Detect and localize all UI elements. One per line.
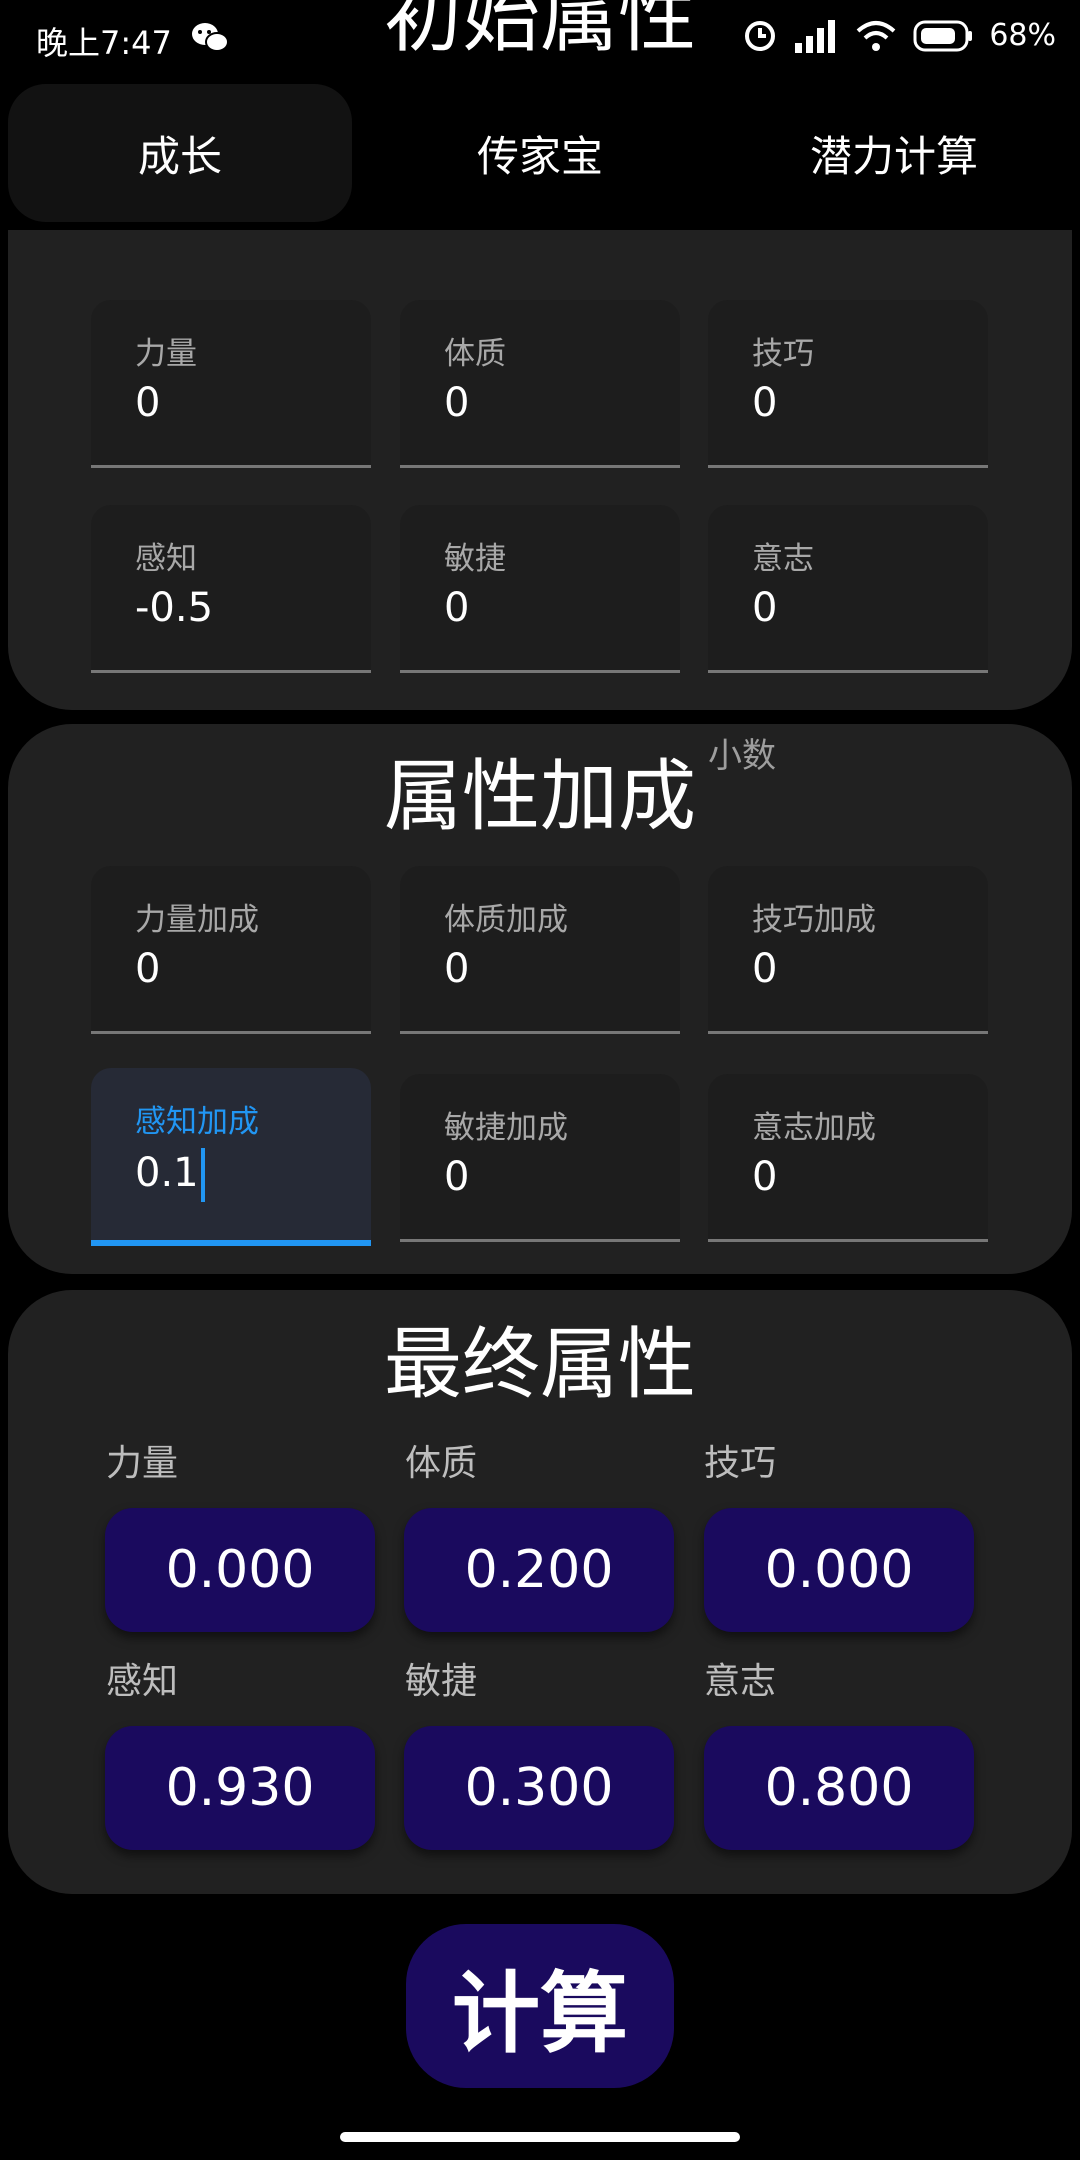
- will-bonus-input[interactable]: 意志加成 0: [708, 1074, 988, 1242]
- perception-bonus-input[interactable]: 感知加成 0.1: [91, 1068, 371, 1246]
- strength-input[interactable]: 力量 0: [91, 300, 371, 468]
- final-will-value: 0.800: [704, 1726, 974, 1850]
- final-constitution-value: 0.200: [404, 1508, 674, 1632]
- strength-bonus-input[interactable]: 力量加成 0: [91, 866, 371, 1034]
- final-perception-label: 感知: [106, 1661, 179, 1702]
- field-value: 0: [444, 946, 470, 992]
- tab-heirloom[interactable]: 传家宝: [370, 84, 710, 222]
- tab-growth[interactable]: 成长: [8, 84, 352, 222]
- constitution-input[interactable]: 体质 0: [400, 300, 680, 468]
- field-label: 意志: [752, 541, 814, 577]
- field-value: 0: [135, 946, 161, 992]
- constitution-bonus-input[interactable]: 体质加成 0: [400, 866, 680, 1034]
- field-value: 0: [752, 946, 778, 992]
- text-caret: [200, 1148, 205, 1202]
- field-label: 技巧: [752, 336, 814, 372]
- final-strength-label: 力量: [106, 1443, 179, 1484]
- calculate-button[interactable]: 计算: [406, 1924, 674, 2088]
- field-label: 体质加成: [444, 902, 568, 938]
- field-value: 0: [444, 380, 470, 426]
- agility-bonus-input[interactable]: 敏捷加成 0: [400, 1074, 680, 1242]
- field-value: -0.5: [135, 585, 214, 631]
- field-label: 意志加成: [752, 1110, 876, 1146]
- home-indicator[interactable]: [340, 2132, 740, 2142]
- final-agility-label: 敏捷: [405, 1661, 478, 1702]
- perception-input[interactable]: 感知 -0.5: [91, 505, 371, 673]
- decimal-hint: 小数: [708, 736, 776, 776]
- field-label: 力量加成: [135, 902, 259, 938]
- skill-bonus-input[interactable]: 技巧加成 0: [708, 866, 988, 1034]
- final-constitution-label: 体质: [405, 1443, 478, 1484]
- field-value: 0: [752, 1154, 778, 1200]
- attribute-bonus-title: 属性加成: [383, 752, 696, 842]
- field-value: 0.1: [135, 1148, 205, 1202]
- final-attributes-title: 最终属性: [383, 1320, 696, 1410]
- final-skill-label: 技巧: [704, 1443, 777, 1484]
- field-value: 0: [752, 380, 778, 426]
- field-label: 感知加成: [135, 1104, 259, 1140]
- field-value: 0: [444, 585, 470, 631]
- will-input[interactable]: 意志 0: [708, 505, 988, 673]
- agility-input[interactable]: 敏捷 0: [400, 505, 680, 673]
- field-value: 0: [444, 1154, 470, 1200]
- field-value: 0: [752, 585, 778, 631]
- field-label: 感知: [135, 541, 197, 577]
- field-value: 0: [135, 380, 161, 426]
- final-agility-value: 0.300: [404, 1726, 674, 1850]
- final-perception-value: 0.930: [105, 1726, 375, 1850]
- field-label: 体质: [444, 336, 506, 372]
- final-will-label: 意志: [704, 1661, 777, 1702]
- tab-bar: 成长 传家宝 潜力计算: [0, 78, 1080, 230]
- field-label: 技巧加成: [752, 902, 876, 938]
- skill-input[interactable]: 技巧 0: [708, 300, 988, 468]
- tab-potential-calc[interactable]: 潜力计算: [722, 84, 1066, 222]
- final-strength-value: 0.000: [105, 1508, 375, 1632]
- field-label: 敏捷加成: [444, 1110, 568, 1146]
- field-label: 力量: [135, 336, 197, 372]
- final-skill-value: 0.000: [704, 1508, 974, 1632]
- initial-attributes-title: 初始属性: [383, 0, 696, 63]
- field-label: 敏捷: [444, 541, 506, 577]
